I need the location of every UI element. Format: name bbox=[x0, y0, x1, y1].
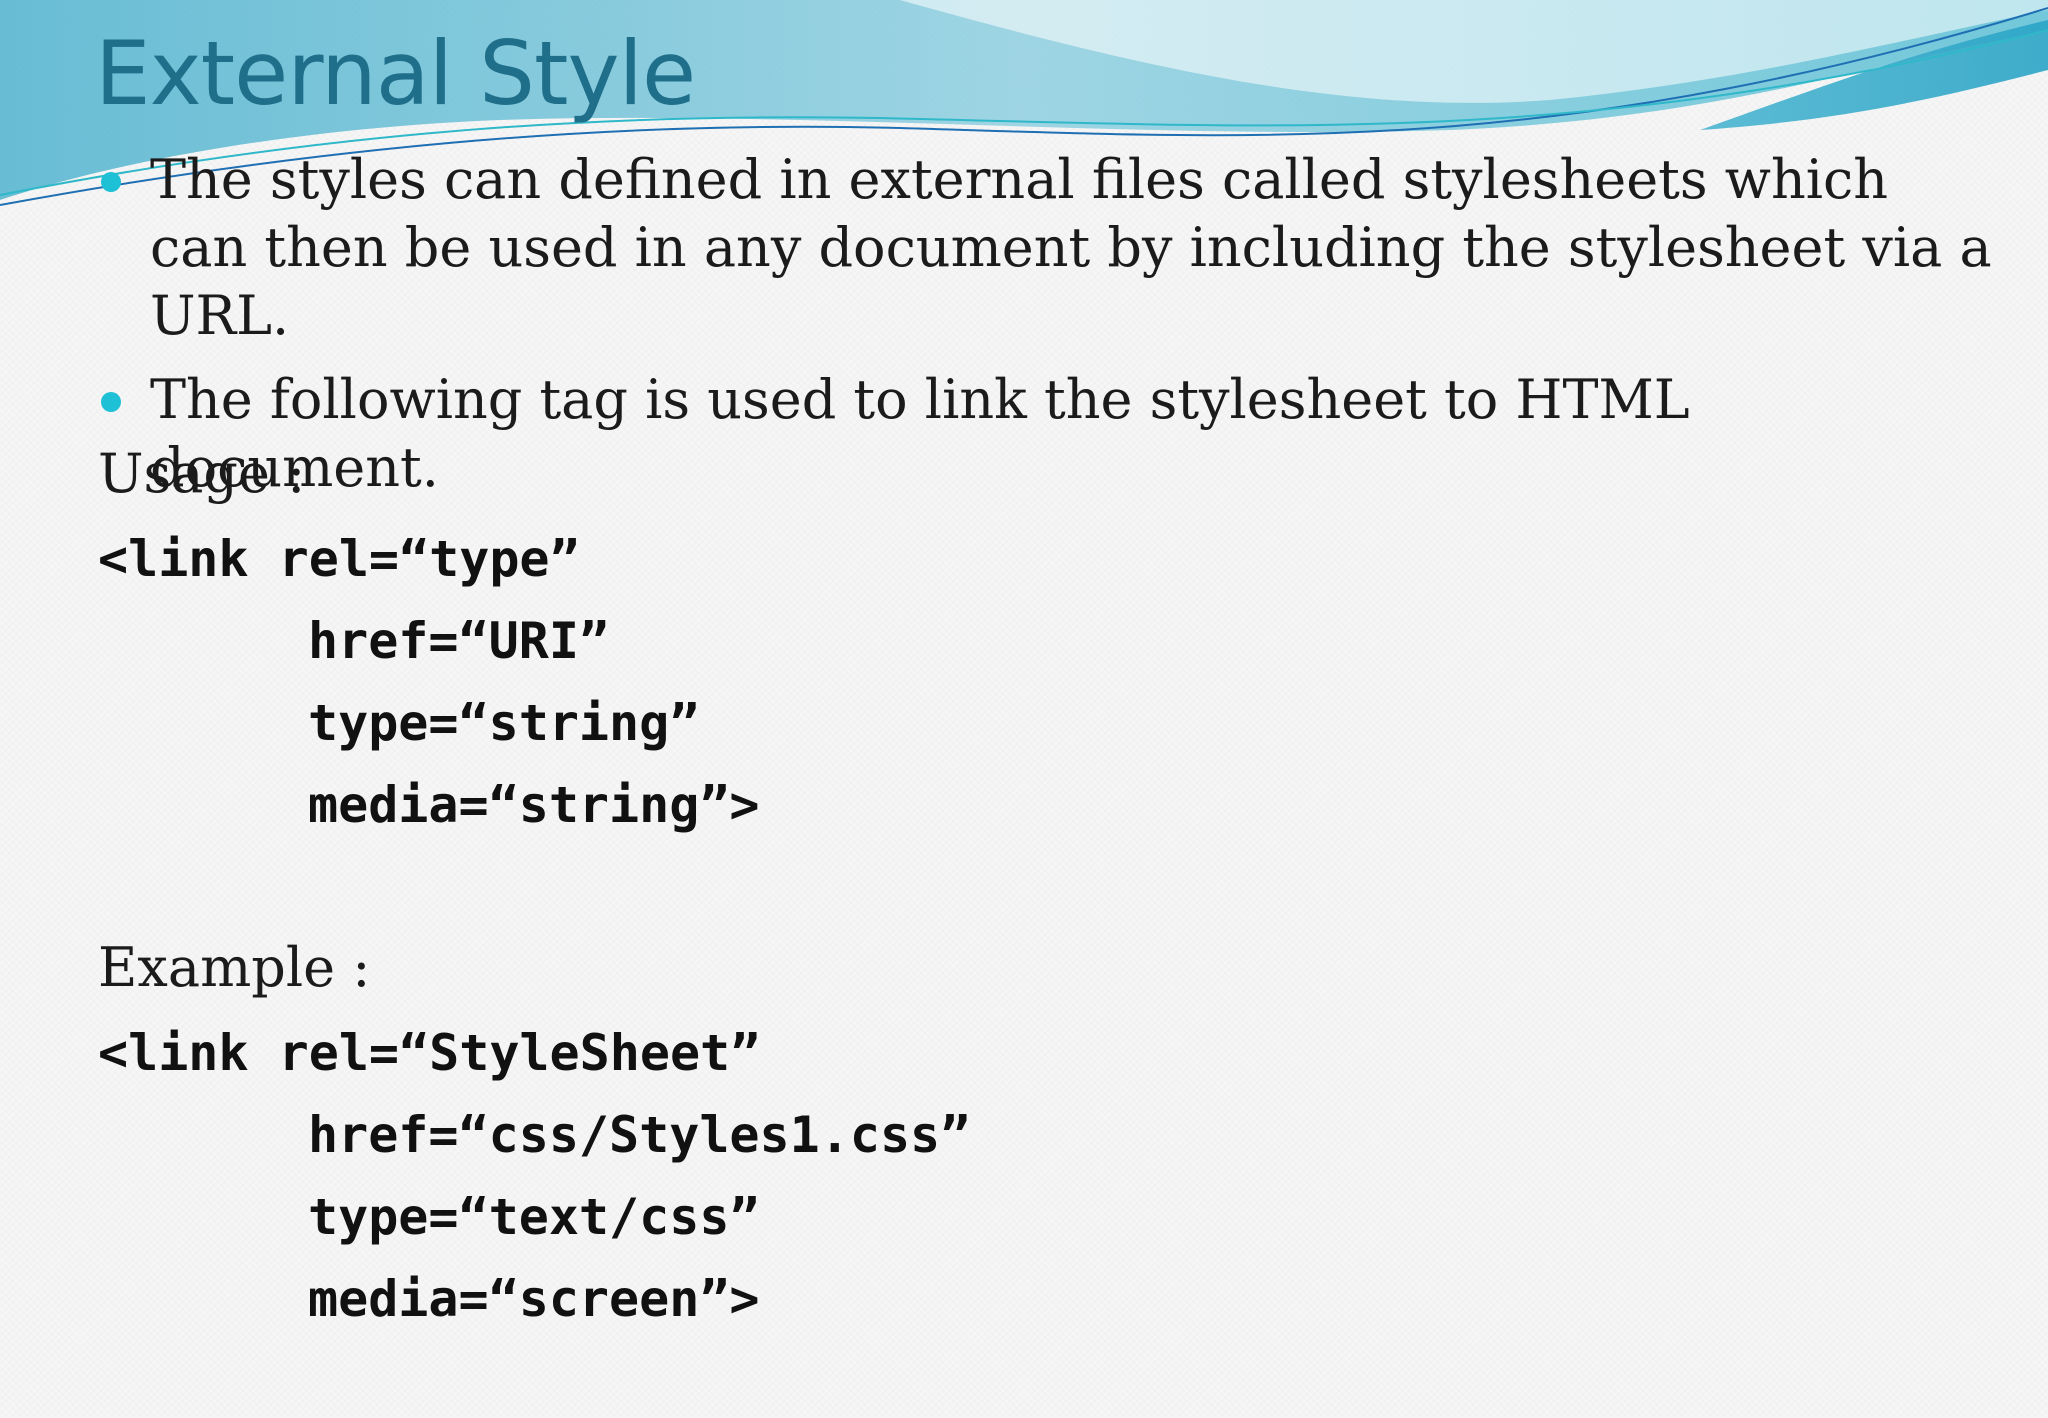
example-code-block: <link rel=“StyleSheet” href=“css/Styles1… bbox=[98, 1012, 970, 1340]
bullet-item: The styles can defined in external files… bbox=[95, 146, 1995, 350]
bullet-text: The following tag is used to link the st… bbox=[150, 368, 1690, 499]
code-line: media=“string”> bbox=[308, 776, 760, 834]
bullet-item: The following tag is used to link the st… bbox=[95, 366, 1995, 502]
bullet-dot-icon bbox=[101, 392, 121, 412]
usage-code-block: <link rel=“type” href=“URI” type=“string… bbox=[98, 518, 760, 846]
usage-label: Usage : bbox=[98, 442, 306, 505]
bullet-list: The styles can defined in external files… bbox=[95, 146, 1995, 518]
code-line: type=“string” bbox=[308, 694, 700, 752]
code-line: href=“css/Styles1.css” bbox=[308, 1106, 971, 1164]
code-line: media=“screen”> bbox=[308, 1270, 760, 1328]
example-label: Example : bbox=[98, 936, 371, 999]
code-line: <link rel=“type” bbox=[98, 530, 580, 588]
code-line: href=“URI” bbox=[308, 612, 610, 670]
bullet-dot-icon bbox=[101, 172, 121, 192]
code-line: type=“text/css” bbox=[308, 1188, 760, 1246]
bullet-text: The styles can defined in external files… bbox=[150, 148, 1992, 347]
slide-title: External Style bbox=[95, 22, 696, 125]
code-line: <link rel=“StyleSheet” bbox=[98, 1024, 761, 1082]
slide: External Style The styles can defined in… bbox=[0, 0, 2048, 1418]
